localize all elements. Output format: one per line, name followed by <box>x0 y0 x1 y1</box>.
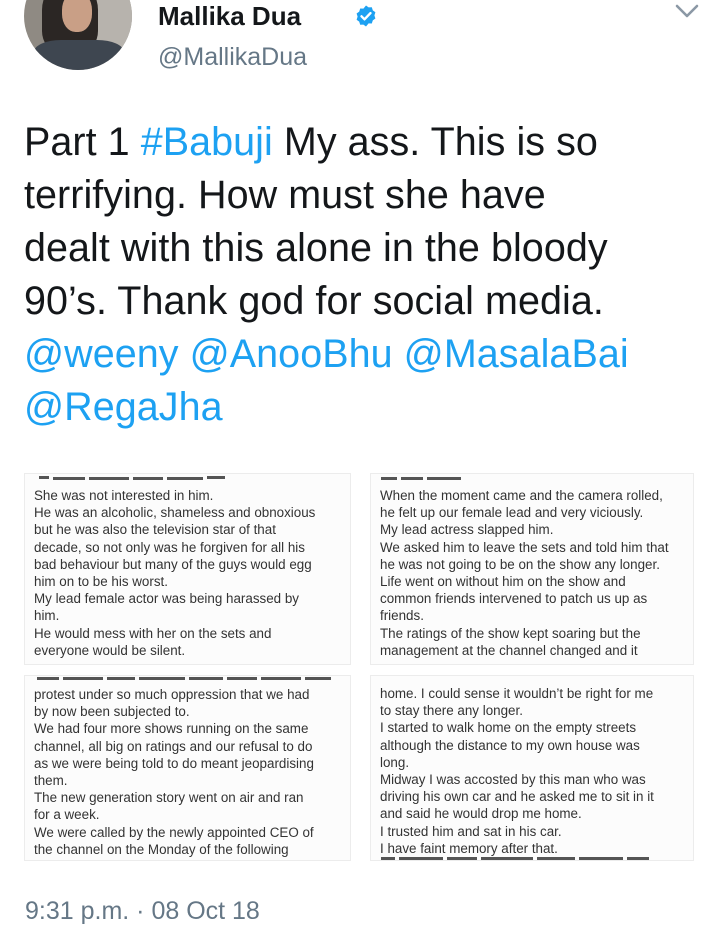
image-text-line: Midway I was accosted by this man who wa… <box>380 772 646 788</box>
mention-link[interactable]: @weeny <box>24 332 179 376</box>
tweet-text: Part 1 #Babuji My ass. This is so terrif… <box>24 116 714 434</box>
image-text-line: for a week. <box>34 807 100 823</box>
image-text-line: although the distance to my own house wa… <box>380 737 640 753</box>
avatar-shirt <box>34 40 124 70</box>
image-text: protest under so much oppression that we… <box>34 686 344 858</box>
image-text-line: The new generation story went on air and… <box>34 790 304 806</box>
mention-link[interactable]: @AnooBhu <box>190 332 393 376</box>
image-text-line: decade, so not only was he forgiven for … <box>34 539 305 555</box>
image-text-line: he felt up our female lead and very vici… <box>380 505 644 521</box>
image-text-line: channel, all big on ratings and our refu… <box>34 738 313 754</box>
display-name[interactable]: Mallika Dua <box>158 0 301 32</box>
image-text-line: We asked him to leave the sets and told … <box>380 539 669 555</box>
image-text-line: We had four more shows running on the sa… <box>34 721 309 737</box>
image-text-line: long. <box>380 754 410 770</box>
hashtag-link[interactable]: #Babuji <box>141 120 273 164</box>
image-text-line: but he was also the television star of t… <box>34 522 276 538</box>
verified-badge-icon <box>356 5 376 27</box>
tweet-line: Part 1 #Babuji My ass. This is so <box>24 116 714 169</box>
attached-image-3[interactable]: protest under so much oppression that we… <box>24 675 351 861</box>
tweet-timestamp[interactable]: 9:31 p.m. · 08 Oct 18 <box>25 894 260 928</box>
image-text-line: him on to be his worst. <box>34 574 168 590</box>
avatar-face <box>62 0 92 32</box>
image-text: home. I could sense it wouldn’t be right… <box>380 685 687 857</box>
image-text-line: them. <box>34 773 68 789</box>
image-text-line: and said he would drop me home. <box>380 806 582 822</box>
attached-image-2[interactable]: When the moment came and the camera roll… <box>370 473 694 665</box>
image-text: When the moment came and the camera roll… <box>380 487 687 659</box>
image-text-line: We were called by the newly appointed CE… <box>34 824 314 840</box>
tweet-text-segment: My ass. This is so <box>272 120 598 164</box>
attached-image-1[interactable]: She was not interested in him. He was an… <box>24 473 351 665</box>
image-text-line: driving his own car and he asked me to s… <box>380 789 654 805</box>
image-text-line: common friends intervened to patch us up… <box>380 591 648 607</box>
image-text-line: friends. <box>380 608 424 624</box>
cut-off-text-line <box>381 857 649 860</box>
avatar[interactable] <box>24 0 132 70</box>
image-text-line: he was not going to be on the show any l… <box>380 556 660 572</box>
image-text-line: My lead female actor was being harassed … <box>34 591 299 607</box>
tweet-line: terrifying. How must she have <box>24 173 546 217</box>
tweet-line: @RegaJha <box>24 381 714 434</box>
image-text-line: My lead actress slapped him. <box>380 522 554 538</box>
image-text-line: He was an alcoholic, shameless and obnox… <box>34 505 316 521</box>
cut-off-text-line <box>39 476 225 480</box>
image-text-line: protest under so much oppression that we… <box>34 687 310 702</box>
tweet-line: 90’s. Thank god for social media. <box>24 279 604 323</box>
image-text: She was not interested in him. He was an… <box>34 487 344 659</box>
attached-image-4[interactable]: home. I could sense it wouldn’t be right… <box>370 675 694 861</box>
image-text-line: The ratings of the show kept soaring but… <box>380 625 641 641</box>
cut-off-text-line <box>381 477 461 480</box>
image-text-line: management at the channel changed and it <box>380 642 638 658</box>
image-text-line: I started to walk home on the empty stre… <box>380 720 637 736</box>
image-text-line: bad behaviour but many of the guys would… <box>34 556 312 572</box>
mention-link[interactable]: @RegaJha <box>24 385 223 429</box>
chevron-down-icon[interactable] <box>672 0 702 22</box>
tweet-line: dealt with this alone in the bloody <box>24 226 608 270</box>
image-text-line: everyone would be silent. <box>34 642 186 658</box>
image-text-line: the channel on the Monday of the followi… <box>34 841 289 857</box>
mention-link[interactable]: @MasalaBai <box>404 332 629 376</box>
cut-off-text-line <box>37 677 331 680</box>
user-handle[interactable]: @MallikaDua <box>158 42 307 72</box>
image-text-line: him. <box>34 608 60 624</box>
image-text-line: as we were being told to do meant jeopar… <box>34 755 314 771</box>
image-text-line: to stay there any longer. <box>380 703 523 719</box>
image-text-line: home. I could sense it wouldn’t be right… <box>380 686 654 701</box>
image-text-line: She was not interested in him. <box>34 488 214 503</box>
image-text-line: He would mess with her on the sets and <box>34 625 272 641</box>
tweet-text-segment: Part 1 <box>24 120 141 164</box>
image-text-line: Life went on without him on the show and <box>380 574 626 590</box>
image-text-line: I trusted him and sat in his car. <box>380 823 562 839</box>
tweet-line: @weeny @AnooBhu @MasalaBai <box>24 328 714 381</box>
image-text-line: by now been subjected to. <box>34 704 190 720</box>
image-text-line: When the moment came and the camera roll… <box>380 488 663 503</box>
